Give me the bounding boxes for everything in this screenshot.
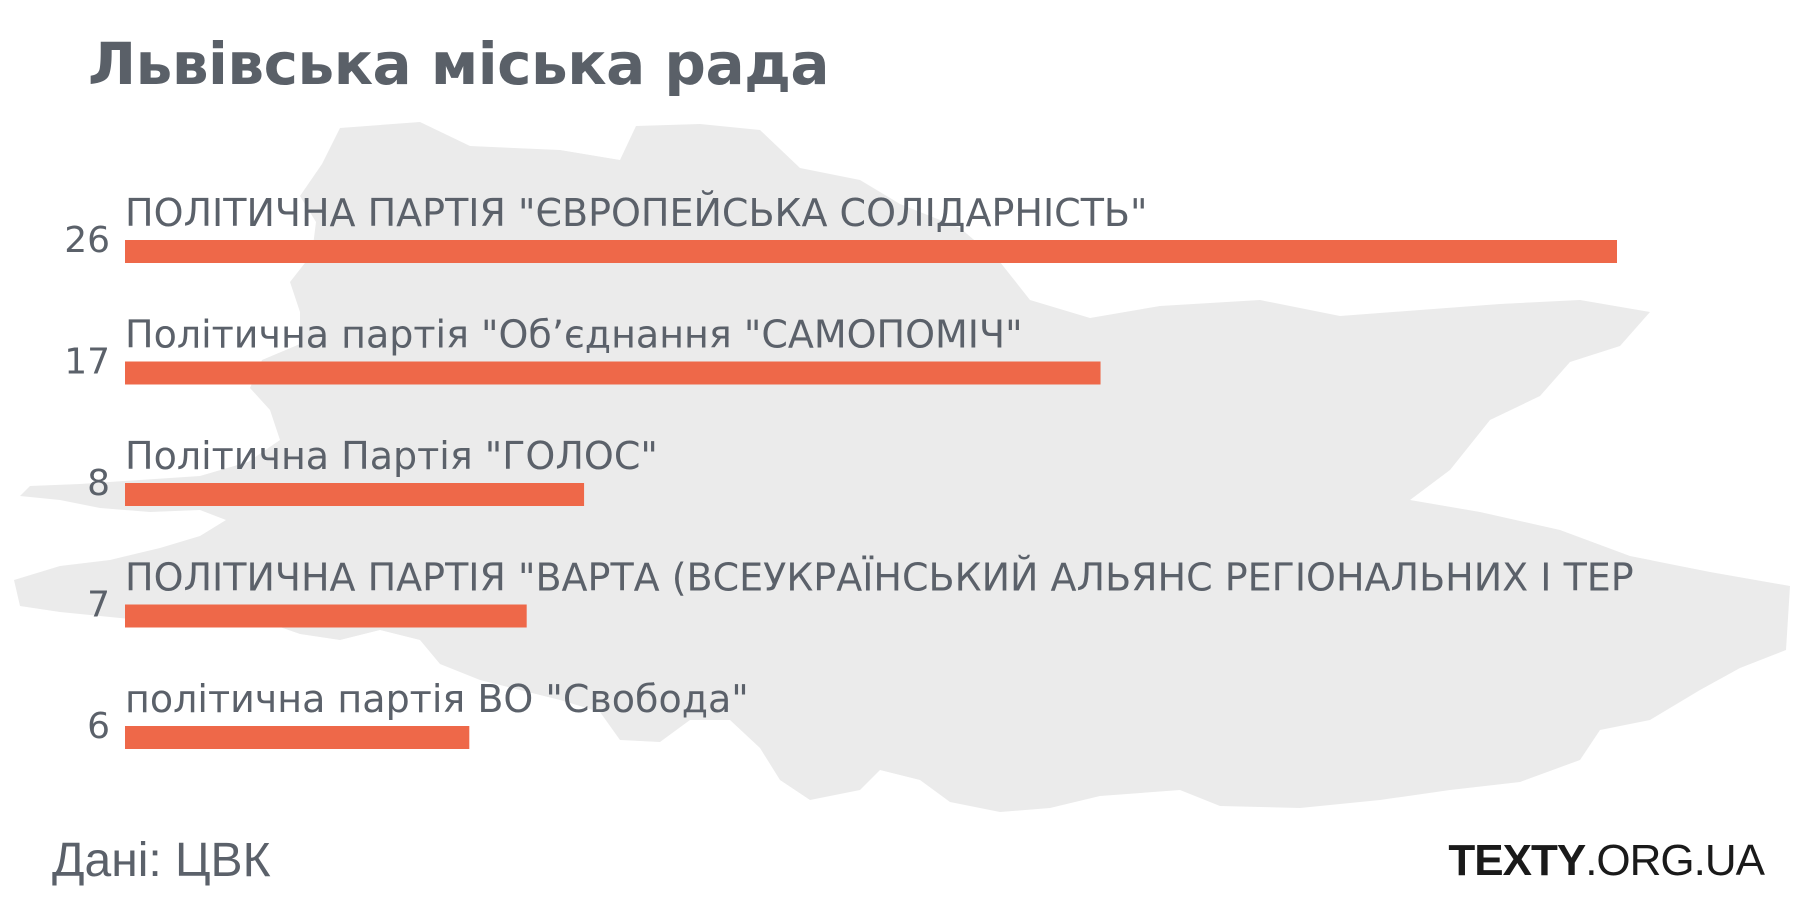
value-label-2: 8	[87, 463, 110, 504]
value-label-3: 7	[87, 585, 110, 626]
bar-1	[125, 361, 1101, 385]
bar-4	[125, 726, 470, 749]
bar-chart: ПОЛІТИЧНА ПАРТІЯ "ЄВРОПЕЙСЬКА СОЛІДАРНІС…	[64, 191, 1634, 749]
logo-main: TEXTY	[1448, 836, 1586, 885]
source-note: Дані: ЦВК	[52, 834, 271, 887]
bar-0	[125, 240, 1617, 263]
category-label-1: Політична партія "Об’єднання "САМОПОМІЧ"	[125, 313, 1023, 357]
texty-logo[interactable]: TEXTY.ORG.UA	[1448, 836, 1765, 886]
category-label-0: ПОЛІТИЧНА ПАРТІЯ "ЄВРОПЕЙСЬКА СОЛІДАРНІС…	[125, 191, 1147, 235]
logo-suffix: .ORG.UA	[1585, 836, 1765, 885]
category-label-3: ПОЛІТИЧНА ПАРТІЯ "ВАРТА (ВСЕУКРАЇНСЬКИЙ …	[125, 556, 1634, 600]
value-label-4: 6	[87, 706, 110, 747]
bar-2	[125, 483, 585, 506]
category-label-4: політична партія ВО "Свобода"	[125, 677, 749, 721]
value-label-1: 17	[64, 342, 110, 383]
value-label-0: 26	[64, 220, 110, 261]
bar-3	[125, 604, 527, 628]
category-label-2: Політична Партія "ГОЛОС"	[125, 434, 658, 478]
